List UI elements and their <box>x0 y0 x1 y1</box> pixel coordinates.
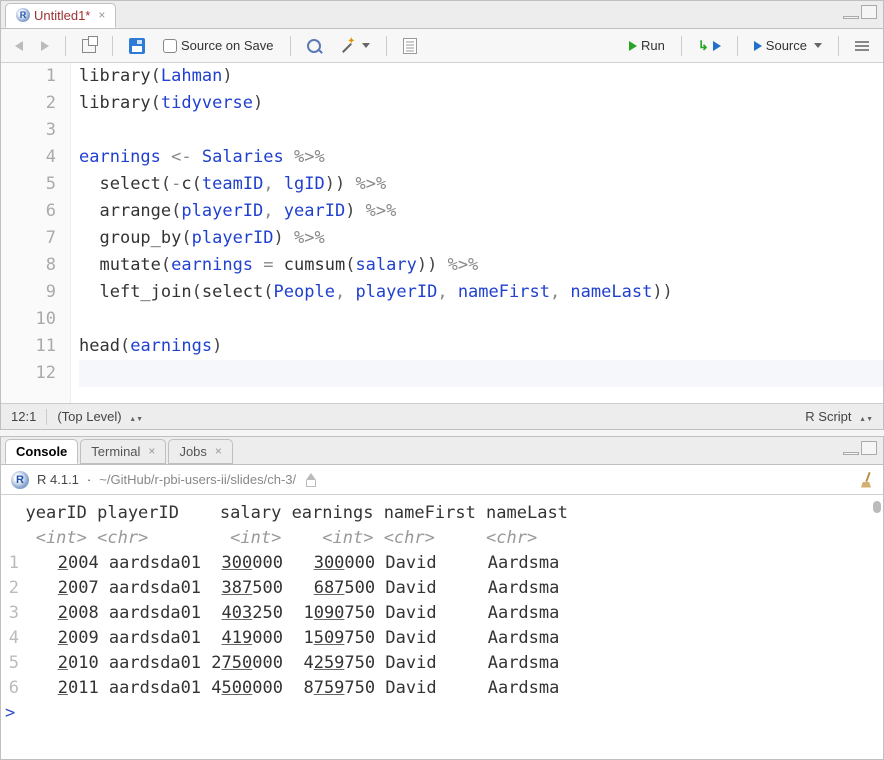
updown-icon: ▲▼ <box>129 417 143 422</box>
outline-icon <box>855 41 869 51</box>
source-tab-untitled[interactable]: R Untitled1* × <box>5 3 116 28</box>
pane-window-controls <box>843 5 877 19</box>
pane-minimize-button[interactable] <box>843 452 859 455</box>
run-arrow-icon <box>629 41 637 51</box>
source-button[interactable]: Source <box>748 36 828 55</box>
console-tabbar: Console Terminal × Jobs × <box>1 437 883 465</box>
scope-label: (Top Level) <box>57 409 121 424</box>
table-row: 2 2007 aardsda01 387500 687500 David Aar… <box>5 576 873 601</box>
source-arrow-icon <box>754 41 762 51</box>
source-on-save-toggle[interactable]: Source on Save <box>157 36 280 55</box>
rerun-arrow-icon <box>713 41 721 51</box>
pane-maximize-button[interactable] <box>861 441 877 455</box>
code-editor[interactable]: 123456789101112 library(Lahman)library(t… <box>1 63 883 403</box>
notebook-icon <box>403 38 417 54</box>
updown-icon: ▲▼ <box>859 417 873 422</box>
source-label: Source <box>766 38 807 53</box>
search-icon <box>307 39 321 53</box>
language-label: R Script <box>805 409 851 424</box>
rerun-icon: ↳ <box>698 38 709 54</box>
working-dir[interactable]: ~/GitHub/r-pbi-users-ii/slides/ch-3/ <box>99 472 296 487</box>
arrow-right-icon <box>41 41 49 51</box>
code-tools-button[interactable] <box>333 36 376 56</box>
wand-icon <box>339 38 355 54</box>
checkbox-icon <box>163 39 177 53</box>
nav-forward-button[interactable] <box>35 39 55 53</box>
arrow-left-icon <box>15 41 23 51</box>
pane-window-controls <box>843 441 877 455</box>
save-icon <box>129 38 145 54</box>
source-on-save-label: Source on Save <box>181 38 274 53</box>
source-statusbar: 12:1 (Top Level) ▲▼ R Script ▲▼ <box>1 403 883 429</box>
source-tabbar: R Untitled1* × <box>1 1 883 29</box>
cursor-position: 12:1 <box>11 409 36 424</box>
tab-terminal[interactable]: Terminal × <box>80 439 166 464</box>
outline-button[interactable] <box>849 39 875 53</box>
caret-down-icon <box>362 43 370 48</box>
line-gutter: 123456789101112 <box>1 63 71 403</box>
table-row: 1 2004 aardsda01 300000 300000 David Aar… <box>5 551 873 576</box>
find-button[interactable] <box>301 37 327 55</box>
rerun-button[interactable]: ↳ <box>692 36 727 56</box>
caret-down-icon <box>814 43 822 48</box>
r-logo-icon: R <box>11 471 29 489</box>
popout-button[interactable] <box>76 37 102 55</box>
source-pane: R Untitled1* × Source on Save Run <box>0 0 884 430</box>
tab-jobs[interactable]: Jobs × <box>168 439 232 464</box>
r-file-icon: R <box>16 8 30 22</box>
tab-jobs-label: Jobs <box>179 444 206 459</box>
table-row: 4 2009 aardsda01 419000 1509750 David Aa… <box>5 626 873 651</box>
compile-report-button[interactable] <box>397 36 423 56</box>
clear-console-button[interactable] <box>857 472 873 488</box>
popout-icon <box>82 39 96 53</box>
run-label: Run <box>641 38 665 53</box>
tab-terminal-label: Terminal <box>91 444 140 459</box>
r-version: R 4.1.1 <box>37 472 79 487</box>
console-prompt[interactable]: > <box>5 701 873 726</box>
tab-console-label: Console <box>16 444 67 459</box>
console-output[interactable]: yearID playerID salary earnings nameFirs… <box>1 495 883 759</box>
tab-console[interactable]: Console <box>5 439 78 464</box>
code-area[interactable]: library(Lahman)library(tidyverse) earnin… <box>71 63 883 403</box>
pane-maximize-button[interactable] <box>861 5 877 19</box>
console-header: R R 4.1.1 · ~/GitHub/r-pbi-users-ii/slid… <box>1 465 883 495</box>
table-row: 5 2010 aardsda01 2750000 4259750 David A… <box>5 651 873 676</box>
share-icon[interactable] <box>304 473 318 487</box>
table-types: <int> <chr> <int> <int> <chr> <chr> <box>5 526 873 551</box>
close-icon[interactable]: × <box>215 444 222 458</box>
scrollbar[interactable] <box>873 501 881 513</box>
scope-selector[interactable]: (Top Level) ▲▼ <box>57 409 143 424</box>
run-button[interactable]: Run <box>623 36 671 55</box>
table-row: 6 2011 aardsda01 4500000 8759750 David A… <box>5 676 873 701</box>
nav-back-button[interactable] <box>9 39 29 53</box>
table-header: yearID playerID salary earnings nameFirs… <box>5 501 873 526</box>
close-icon[interactable]: × <box>98 8 105 22</box>
close-icon[interactable]: × <box>148 444 155 458</box>
table-row: 3 2008 aardsda01 403250 1090750 David Aa… <box>5 601 873 626</box>
console-pane: Console Terminal × Jobs × R R 4.1.1 · ~/… <box>0 436 884 760</box>
pane-minimize-button[interactable] <box>843 16 859 19</box>
source-toolbar: Source on Save Run ↳ Source <box>1 29 883 63</box>
language-selector[interactable]: R Script ▲▼ <box>805 409 873 424</box>
save-button[interactable] <box>123 36 151 56</box>
source-tab-title: Untitled1* <box>34 8 90 23</box>
